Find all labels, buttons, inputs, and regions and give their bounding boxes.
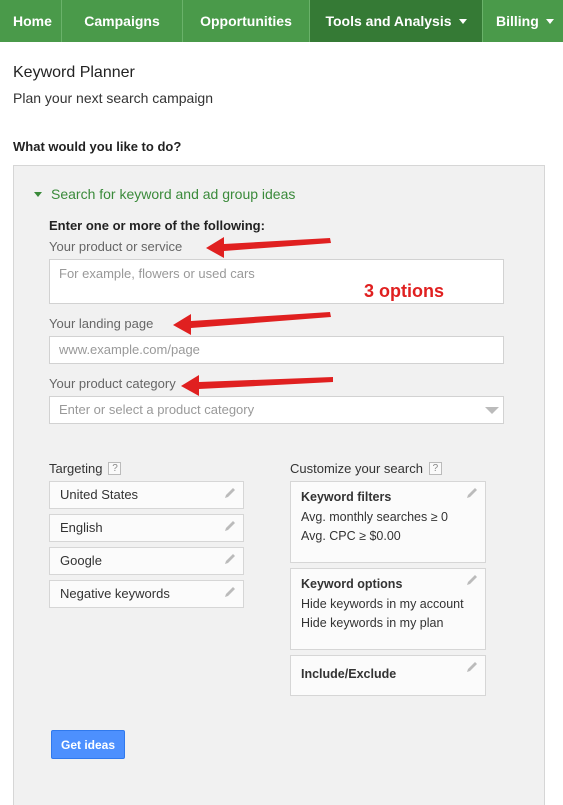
targeting-title: Targeting ? — [49, 461, 122, 476]
nav-home-label: Home — [13, 13, 52, 29]
targeting-location-label: United States — [60, 487, 139, 502]
filter-monthly-searches: Avg. monthly searches ≥ 0 — [301, 510, 448, 524]
pencil-icon[interactable] — [465, 573, 479, 587]
top-nav: Home Campaigns Opportunities Tools and A… — [0, 0, 563, 42]
keyword-options-heading: Keyword options — [301, 577, 403, 591]
targeting-title-label: Targeting — [49, 461, 103, 476]
help-icon[interactable]: ? — [108, 462, 122, 475]
nav-campaigns-label: Campaigns — [84, 13, 160, 29]
caret-down-icon — [458, 18, 467, 24]
targeting-network-label: Google — [60, 553, 102, 568]
nav-billing[interactable]: Billing — [483, 0, 563, 42]
nav-tools-and-analysis[interactable]: Tools and Analysis — [310, 0, 483, 42]
section-toggle-label: Search for keyword and ad group ideas — [51, 186, 296, 202]
dropdown-arrow-icon — [485, 407, 499, 414]
option-hide-account: Hide keywords in my account — [301, 597, 464, 611]
pencil-icon[interactable] — [223, 519, 237, 533]
page-title: Keyword Planner — [13, 64, 135, 81]
targeting-location[interactable]: United States — [49, 481, 244, 509]
expand-triangle-icon — [34, 191, 42, 197]
annotation-text: 3 options — [364, 281, 444, 301]
nav-opportunities[interactable]: Opportunities — [183, 0, 310, 42]
customize-title: Customize your search ? — [290, 461, 442, 476]
nav-home[interactable]: Home — [0, 0, 62, 42]
page-subtitle: Plan your next search campaign — [13, 90, 213, 106]
include-exclude-heading: Include/Exclude — [301, 667, 397, 681]
category-placeholder: Enter or select a product category — [59, 402, 255, 417]
targeting-negative-label: Negative keywords — [60, 586, 170, 601]
keyword-filters-box[interactable]: Keyword filters Avg. monthly searches ≥ … — [290, 481, 486, 563]
nav-billing-label: Billing — [496, 13, 539, 29]
product-label: Your product or service — [49, 239, 183, 254]
targeting-negative-keywords[interactable]: Negative keywords — [49, 580, 244, 608]
landing-page-input[interactable]: www.example.com/page — [49, 336, 504, 364]
caret-down-icon — [545, 18, 554, 24]
include-exclude-box[interactable]: Include/Exclude — [290, 655, 486, 696]
keyword-options-box[interactable]: Keyword options Hide keywords in my acco… — [290, 568, 486, 650]
section-toggle[interactable]: Search for keyword and ad group ideas — [34, 186, 295, 202]
question-heading: What would you like to do? — [13, 139, 182, 154]
category-label: Your product category — [49, 376, 176, 391]
pencil-icon[interactable] — [465, 486, 479, 500]
landing-label: Your landing page — [49, 316, 154, 331]
pencil-icon[interactable] — [223, 486, 237, 500]
help-icon[interactable]: ? — [428, 462, 442, 475]
nav-tools-label: Tools and Analysis — [325, 13, 452, 29]
targeting-language-label: English — [60, 520, 103, 535]
keyword-filters-heading: Keyword filters — [301, 490, 392, 504]
category-select[interactable]: Enter or select a product category — [49, 396, 504, 424]
filter-avg-cpc: Avg. CPC ≥ $0.00 — [301, 529, 401, 543]
targeting-network[interactable]: Google — [49, 547, 244, 575]
nav-opportunities-label: Opportunities — [200, 13, 292, 29]
nav-campaigns[interactable]: Campaigns — [62, 0, 183, 42]
get-ideas-button[interactable]: Get ideas — [51, 730, 125, 759]
instruction-text: Enter one or more of the following: — [49, 218, 265, 233]
pencil-icon[interactable] — [465, 660, 479, 674]
pencil-icon[interactable] — [223, 552, 237, 566]
option-hide-plan: Hide keywords in my plan — [301, 616, 444, 630]
targeting-language[interactable]: English — [49, 514, 244, 542]
pencil-icon[interactable] — [223, 585, 237, 599]
customize-title-label: Customize your search — [290, 461, 423, 476]
